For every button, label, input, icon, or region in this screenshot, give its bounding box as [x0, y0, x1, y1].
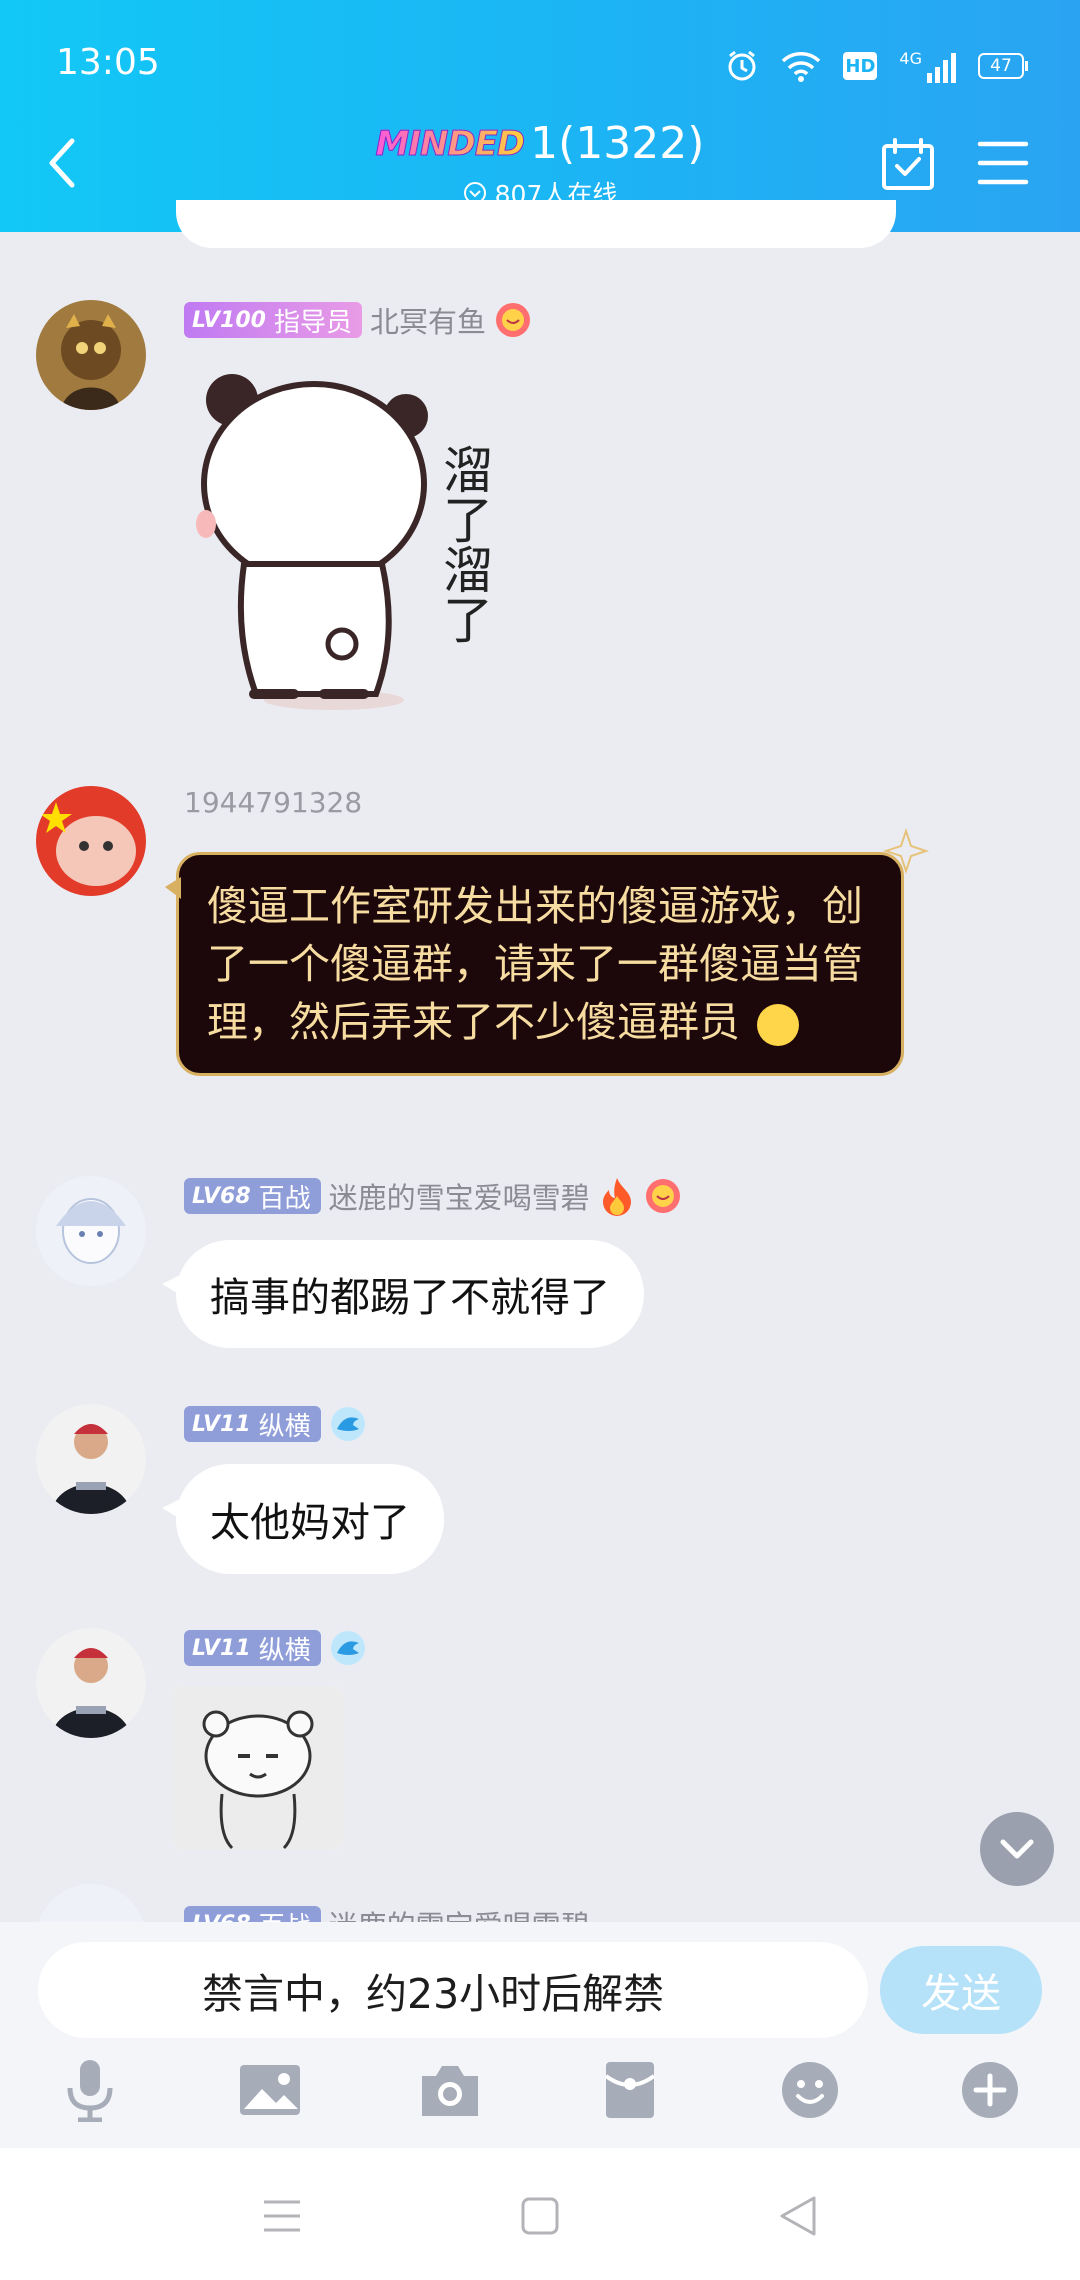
status-time: 13:05 [56, 42, 160, 83]
fire-badge-icon [602, 1178, 631, 1216]
message-bubble[interactable]: 太他妈对了 [162, 1464, 444, 1574]
hamburger-icon [977, 141, 1029, 185]
message-text: 太他妈对了 [210, 1500, 410, 1546]
chevron-down-icon [1000, 1839, 1034, 1859]
square-icon [521, 2197, 559, 2235]
sender-name: 1944791328 [184, 786, 363, 819]
avatar[interactable] [36, 300, 146, 410]
level-badge: LV11 纵横 [184, 1406, 321, 1442]
message-text: 搞事的都踢了不就得了 [210, 1275, 610, 1321]
wifi-icon [782, 52, 821, 82]
signal-icon: 4G [899, 49, 956, 83]
checkin-button[interactable] [880, 136, 936, 192]
back-nav-button[interactable] [770, 2188, 826, 2244]
alarm-icon [728, 50, 756, 81]
avatar[interactable] [36, 1628, 146, 1738]
sender-name: 北冥有鱼 [369, 305, 486, 339]
previous-message-bubble [176, 200, 896, 248]
level-badge: LV11 纵横 [184, 1630, 321, 1666]
group-name: 1(1322) [530, 118, 705, 169]
avatar[interactable] [36, 1404, 146, 1514]
sender-name: 迷鹿的雪宝爱喝雪碧 [329, 1903, 590, 1922]
panda-sticker[interactable]: 溜了溜了 [184, 364, 544, 724]
dolphin-badge-icon [330, 1407, 365, 1441]
sender-meta: LV100 指导员 北冥有鱼 [184, 300, 532, 340]
red-packet-icon[interactable] [598, 2058, 662, 2122]
sender-meta: LV68百战 迷鹿的雪宝爱喝雪碧 [184, 1904, 590, 1922]
sender-meta: LV11 纵横 [184, 1628, 367, 1668]
plus-icon[interactable] [958, 2058, 1022, 2122]
home-button[interactable] [512, 2188, 568, 2244]
scroll-to-bottom-button[interactable] [980, 1812, 1054, 1886]
flower-badge-icon [495, 303, 530, 337]
image-icon[interactable] [238, 2058, 302, 2122]
emoji-icon[interactable] [778, 2058, 842, 2122]
mute-status-text: 禁言中，约23小时后解禁 [202, 1970, 665, 2018]
bear-sticker[interactable] [172, 1686, 344, 1850]
minded-logo: MINDED [375, 123, 526, 164]
system-nav-bar [0, 2148, 1080, 2280]
sender-name: 迷鹿的雪宝爱喝雪碧 [328, 1181, 590, 1215]
avatar[interactable] [36, 786, 146, 896]
svg-text:溜了溜了: 溜了溜了 [435, 444, 493, 644]
chat-header: 13:05 HD 4G 47 MINDED 1(1322) 807人在线 [0, 0, 1080, 232]
menu-button[interactable] [976, 138, 1030, 188]
sparkle-decoration-icon [882, 827, 930, 875]
message-input[interactable]: 禁言中，约23小时后解禁 [38, 1942, 868, 2038]
status-icons: HD 4G 47 [725, 46, 1028, 86]
calendar-check-icon [882, 138, 934, 190]
send-button[interactable]: 发送 [880, 1946, 1042, 2034]
message-item: LV68百战 迷鹿的雪宝爱喝雪碧 [0, 1880, 1080, 1922]
camera-icon[interactable] [418, 2058, 482, 2122]
hd-icon: HD [843, 52, 878, 80]
message-bubble[interactable]: 傻逼工作室研发出来的傻逼游戏，创了一个傻逼群，请来了一群傻逼当管理，然后弄来了不… [165, 852, 904, 1076]
level-badge: LV68百战 [184, 1906, 321, 1922]
recents-button[interactable] [254, 2188, 310, 2244]
level-badge: LV68百战 [184, 1178, 321, 1214]
flower-badge-icon [645, 1179, 680, 1213]
level-badge: LV100 指导员 [184, 302, 362, 338]
emoji-yawn-icon [757, 1004, 800, 1046]
triangle-back-icon [780, 2196, 816, 2236]
avatar[interactable] [36, 1884, 146, 1922]
message-bubble[interactable]: 搞事的都踢了不就得了 [162, 1240, 644, 1348]
input-area: 禁言中，约23小时后解禁 发送 [0, 1922, 1080, 2148]
sender-meta: LV11 纵横 [184, 1404, 367, 1444]
microphone-icon[interactable] [58, 2058, 122, 2122]
dolphin-badge-icon [330, 1631, 365, 1665]
sender-meta: LV68百战 迷鹿的雪宝爱喝雪碧 [184, 1176, 682, 1216]
battery-icon: 47 [978, 53, 1028, 79]
menu-lines-icon [264, 2200, 300, 2232]
avatar[interactable] [36, 1176, 146, 1286]
